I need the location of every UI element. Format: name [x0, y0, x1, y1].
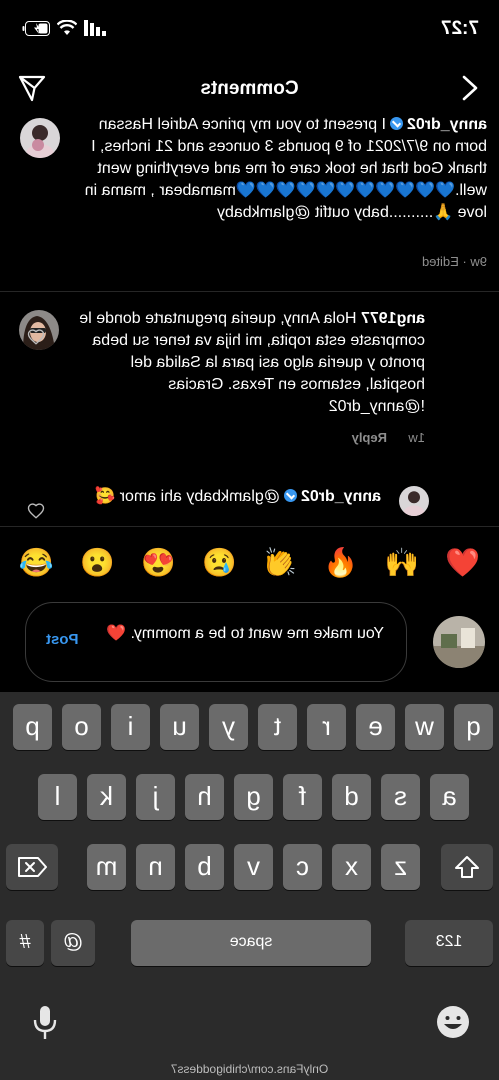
key-p[interactable]: p: [13, 704, 52, 750]
key-r[interactable]: r: [307, 704, 346, 750]
comment-time: 1w: [408, 430, 425, 445]
divider: [0, 291, 499, 292]
backspace-icon: [18, 857, 47, 877]
emoji-fire[interactable]: 🔥: [317, 546, 365, 579]
avatar[interactable]: [399, 486, 429, 516]
key-i[interactable]: i: [111, 704, 150, 750]
signal-icon: [84, 20, 106, 36]
comment-input[interactable]: You make me want to be a mommy. ❤️ Post: [25, 602, 407, 682]
microphone-icon[interactable]: [31, 1004, 59, 1042]
key-j[interactable]: j: [136, 774, 175, 820]
battery-icon: [22, 20, 50, 36]
emoji-heart-eyes[interactable]: 😍: [134, 546, 182, 579]
comment-text: anny_dr02 @glamkbaby ahi amor 🥰: [71, 486, 381, 508]
hash-key[interactable]: #: [6, 920, 44, 966]
comment-text: anny_dr02I present to you my prince Adri…: [71, 114, 487, 224]
key-b[interactable]: b: [185, 844, 224, 890]
key-g[interactable]: g: [234, 774, 273, 820]
key-l[interactable]: l: [38, 774, 77, 820]
post-button[interactable]: Post: [46, 631, 79, 648]
key-f[interactable]: f: [283, 774, 322, 820]
shift-key[interactable]: [441, 844, 493, 890]
comment-item: ang1977 Hola Anny, queria preguntarte do…: [0, 306, 499, 466]
comment-item: anny_dr02 @glamkbaby ahi amor 🥰: [0, 482, 499, 532]
key-u[interactable]: u: [160, 704, 199, 750]
emoji-red-heart[interactable]: ❤️: [439, 546, 487, 579]
key-x[interactable]: x: [332, 844, 371, 890]
comment-username[interactable]: ang1977: [361, 310, 425, 327]
key-d[interactable]: d: [332, 774, 371, 820]
key-s[interactable]: s: [381, 774, 420, 820]
key-o[interactable]: o: [62, 704, 101, 750]
space-key[interactable]: space: [131, 920, 371, 966]
header-bar: Comments: [0, 62, 499, 114]
key-z[interactable]: z: [381, 844, 420, 890]
key-n[interactable]: n: [136, 844, 175, 890]
at-key[interactable]: @: [51, 920, 95, 966]
comment-input-text[interactable]: You make me want to be a mommy. ❤️: [84, 623, 384, 645]
comments-screen: 7:27 Comments anny_dr02I present to you …: [0, 0, 499, 1080]
emoji-raising-hands[interactable]: 🙌: [378, 546, 426, 579]
divider: [0, 526, 499, 527]
watermark-text: OnlyFans.com/chibigoddess7: [170, 1062, 329, 1076]
verified-badge-icon: [389, 117, 403, 130]
key-h[interactable]: h: [185, 774, 224, 820]
avatar[interactable]: [20, 118, 60, 158]
key-e[interactable]: e: [356, 704, 395, 750]
keyboard: q w e r t y u i o p a s d f g h j k l z …: [0, 692, 499, 1080]
emoji-crying[interactable]: 😢: [195, 546, 243, 579]
comment-text: ang1977 Hola Anny, queria preguntarte do…: [69, 308, 425, 418]
like-heart-icon[interactable]: [27, 502, 45, 520]
comment-item: anny_dr02I present to you my prince Adri…: [0, 112, 499, 292]
reply-button[interactable]: Reply: [352, 430, 387, 445]
share-direct-icon[interactable]: [16, 72, 48, 104]
key-w[interactable]: w: [405, 704, 444, 750]
emoji-keyboard-icon[interactable]: [435, 1004, 471, 1040]
numbers-key[interactable]: 123: [405, 920, 493, 966]
emoji-clapping[interactable]: 👏: [256, 546, 304, 579]
key-m[interactable]: m: [87, 844, 126, 890]
status-time: 7:27: [440, 18, 479, 39]
avatar: [433, 616, 485, 668]
comment-body: @glamkbaby ahi amor 🥰: [95, 488, 280, 505]
comment-username[interactable]: anny_dr02: [301, 488, 381, 505]
status-bar: 7:27: [0, 0, 499, 56]
comment-meta: 9w · Edited: [421, 254, 487, 269]
status-icons: [22, 20, 106, 36]
key-c[interactable]: c: [283, 844, 322, 890]
emoji-reaction-bar: ❤️ 🙌 🔥 👏 😢 😍 😮 😂: [0, 534, 499, 590]
key-v[interactable]: v: [234, 844, 273, 890]
emoji-surprised[interactable]: 😮: [73, 546, 121, 579]
page-title: Comments: [200, 78, 299, 99]
emoji-tears-of-joy[interactable]: 😂: [12, 546, 60, 579]
key-y[interactable]: y: [209, 704, 248, 750]
key-a[interactable]: a: [430, 774, 469, 820]
comment-composer: You make me want to be a mommy. ❤️ Post: [0, 594, 499, 690]
key-t[interactable]: t: [258, 704, 297, 750]
backspace-key[interactable]: [6, 844, 58, 890]
key-q[interactable]: q: [454, 704, 493, 750]
comment-username[interactable]: anny_dr02: [407, 116, 487, 133]
like-heart-icon[interactable]: [27, 328, 45, 346]
shift-arrow-icon: [455, 856, 479, 878]
verified-badge-icon: [283, 489, 297, 502]
key-k[interactable]: k: [87, 774, 126, 820]
wifi-icon: [57, 20, 77, 35]
